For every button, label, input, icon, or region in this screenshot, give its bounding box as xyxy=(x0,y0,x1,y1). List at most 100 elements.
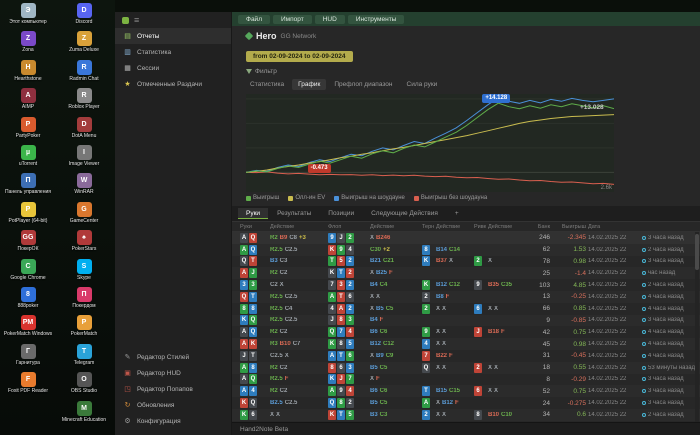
desktop-icon[interactable]: TTelegram xyxy=(58,344,110,366)
desktop-icon[interactable]: GGПокерОК xyxy=(2,230,54,252)
hands-tab[interactable]: Позиции xyxy=(320,208,362,219)
end-value-label: +13.028 xyxy=(580,104,604,111)
hands-tab[interactable]: Руки xyxy=(238,208,268,219)
winnings-cell: -0.25 xyxy=(552,293,586,300)
desktop-icon[interactable]: RRoblox Player xyxy=(58,88,110,110)
menubar-item[interactable]: HUD xyxy=(315,15,345,24)
legend-item[interactable]: Выигрыш xyxy=(246,195,279,201)
legend-item[interactable]: Олл-ин EV xyxy=(288,195,325,201)
table-row[interactable]: JTC2.5XAT6XB9C97B22F31-0.4514.02.2025 22… xyxy=(232,350,700,362)
card-5c: 5 xyxy=(346,410,354,420)
date-cell: 14.02.2025 22 xyxy=(588,270,640,276)
desktop-icon[interactable]: DDotA Menu xyxy=(58,117,110,139)
action-cell: B15C15 xyxy=(436,388,472,394)
table-row[interactable]: QTB3C3T52B21C21KB37X2X780.9814.02.2025 2… xyxy=(232,256,700,268)
table-row[interactable]: QTR2.5C2.5AT6XX2B8F13-0.2514.02.2025 224… xyxy=(232,291,700,303)
desktop-icon[interactable]: DDiscord xyxy=(58,3,110,25)
card-2s: 2 xyxy=(346,398,354,408)
column-header[interactable]: Действие xyxy=(436,224,472,230)
column-header[interactable]: Банк xyxy=(526,224,550,230)
table-row[interactable]: AQR2.5FKJ7XF8-0.2914.02.2025 223 часа на… xyxy=(232,374,700,386)
sidebar-item[interactable]: ✎Редактор Стилей xyxy=(115,349,231,365)
sidebar-item[interactable]: ▦Сессии xyxy=(115,60,231,76)
sidebar-item[interactable]: ★Отмеченные Раздачи xyxy=(115,76,231,92)
sidebar-item[interactable]: ▤Отчеты xyxy=(115,28,231,44)
desktop-icon[interactable]: ГГарнитура xyxy=(2,344,54,366)
desktop-icon[interactable]: FFoxit PDF Reader xyxy=(2,372,54,394)
desktop-icon[interactable]: PPartyPoker xyxy=(2,117,54,139)
sidebar-item[interactable]: ▣Редактор HUD xyxy=(115,365,231,381)
view-tab[interactable]: Префлоп диапазон xyxy=(328,79,398,90)
legend-item[interactable]: Выигрыш без шоудауна xyxy=(414,195,487,201)
column-header[interactable]: Флоп xyxy=(328,224,368,230)
table-row[interactable]: AKR3B10C7K85B12C124XX450.9814.02.2025 22… xyxy=(232,338,700,350)
column-header[interactable]: Руки xyxy=(240,224,268,230)
column-header[interactable]: Дата xyxy=(588,224,696,230)
desktop-icon[interactable]: ZZona xyxy=(2,31,54,53)
desktop-icon[interactable]: OOBS Studio xyxy=(58,372,110,394)
desktop-icon[interactable]: ZZuma Deluxe xyxy=(58,31,110,53)
table-row[interactable]: KQR2.5C2.5J83B4F9-0.8514.02.2025 223 час… xyxy=(232,315,700,327)
legend-item[interactable]: Выигрыш на шоудауне xyxy=(334,195,405,201)
hamburger-menu-icon[interactable]: ≡ xyxy=(134,16,139,25)
sidebar-item[interactable]: ⚙Конфигурация xyxy=(115,413,231,429)
table-row[interactable]: K6XXKT5B3C32XX8B10C10340.614.02.2025 222… xyxy=(232,409,700,421)
column-header[interactable]: Терн xyxy=(422,224,434,230)
desktop-icon[interactable]: AAIMP xyxy=(2,88,54,110)
sidebar-item[interactable]: ◳Редактор Попапов xyxy=(115,381,231,397)
column-header[interactable]: Действие xyxy=(488,224,524,230)
sidebar-item[interactable]: ↻Обновления xyxy=(115,397,231,413)
desktop-icon[interactable]: PPokerMatch xyxy=(58,315,110,337)
menubar-item[interactable]: Файл xyxy=(238,15,270,24)
card-As: A xyxy=(240,233,248,243)
view-tab[interactable]: Статистика xyxy=(244,79,290,90)
scrollbar-thumb[interactable] xyxy=(695,234,699,270)
desktop-icon[interactable]: PPotPlayer (64-bit) xyxy=(2,202,54,224)
column-header[interactable]: Выигрыш xyxy=(552,224,586,230)
sidebar-item[interactable]: ▥Статистика xyxy=(115,44,231,60)
desktop-icon[interactable]: SSkype xyxy=(58,259,110,281)
desktop-icon[interactable]: CGoogle Chrome xyxy=(2,259,54,281)
desktop-icon[interactable]: PMPokerMatch Windows xyxy=(2,315,54,337)
table-row[interactable]: A4R2C2A94B6C6TB15C156XX520.7514.02.2025 … xyxy=(232,385,700,397)
hands-tab[interactable]: Результаты xyxy=(269,208,319,219)
action-cell: C2X xyxy=(270,282,326,288)
desktop-icon[interactable]: ППокердом xyxy=(58,287,110,309)
table-row[interactable]: AQR2B9C8+39J2XB246246-2.34514.02.2025 22… xyxy=(232,232,700,244)
filter-button[interactable]: Фильтр xyxy=(232,63,700,75)
date-range-badge[interactable]: from 02-09-2024 to 02-09-2024 xyxy=(246,51,353,62)
hole-cards-cell: K6 xyxy=(240,410,268,420)
desktop-icon[interactable]: ППанель управления xyxy=(2,173,54,195)
desktop-icon[interactable]: GGameCenter xyxy=(58,202,110,224)
table-row[interactable]: AJR2C2KT2XB25F25-1.414.02.2025 22час наз… xyxy=(232,267,700,279)
action-token: C2.5 xyxy=(270,353,283,359)
table-row[interactable]: 88R2.5C44A2XB5C52XX6XX660.8514.02.2025 2… xyxy=(232,303,700,315)
menubar-item[interactable]: Инструменты xyxy=(348,15,405,24)
desktop-icon-label: PokerStars xyxy=(58,246,110,252)
desktop-icon[interactable]: IImage Viewer xyxy=(58,145,110,167)
hands-table-scrollbar[interactable] xyxy=(695,232,699,422)
add-tab-button[interactable]: + xyxy=(447,208,467,219)
table-row[interactable]: 33C2X732B4C4KB12C129B35C351034.8514.02.2… xyxy=(232,279,700,291)
desktop-icon[interactable]: MMinecraft Education xyxy=(58,401,110,423)
column-header[interactable]: Действие xyxy=(370,224,420,230)
desktop-icon[interactable]: WWinRAR xyxy=(58,173,110,195)
desktop-icon[interactable]: 8888poker xyxy=(2,287,54,309)
time-ago-label: 2 часа назад xyxy=(648,247,684,253)
time-ago-cell: 2 часа назад xyxy=(642,412,698,418)
hands-tab[interactable]: Следующие Действия xyxy=(363,208,446,219)
desktop-icon[interactable]: RRadmin Chat xyxy=(58,60,110,82)
table-row[interactable]: A8R2C2863B5C5QXX2XX180.5514.02.2025 2253… xyxy=(232,362,700,374)
column-header[interactable]: Действие xyxy=(270,224,326,230)
desktop-icon[interactable]: ♠PokerStars xyxy=(58,230,110,252)
menubar-item[interactable]: Импорт xyxy=(273,15,312,24)
table-row[interactable]: AQR2C2Q74B6C69XXJB18F420.7514.02.2025 22… xyxy=(232,326,700,338)
table-row[interactable]: AQR2.5C2.5K94C30+28B14C14621.5314.02.202… xyxy=(232,244,700,256)
view-tab[interactable]: Сила руки xyxy=(401,79,444,90)
column-header[interactable]: Ривер xyxy=(474,224,486,230)
view-tab[interactable]: График xyxy=(292,79,326,90)
desktop-icon[interactable]: ЭЭтот компьютер xyxy=(2,3,54,25)
desktop-icon[interactable]: HHearthstone xyxy=(2,60,54,82)
desktop-icon[interactable]: µuTorrent xyxy=(2,145,54,167)
table-row[interactable]: KQB2.5C2.5Q82B5C5AXB12F24-0.27514.02.202… xyxy=(232,397,700,409)
